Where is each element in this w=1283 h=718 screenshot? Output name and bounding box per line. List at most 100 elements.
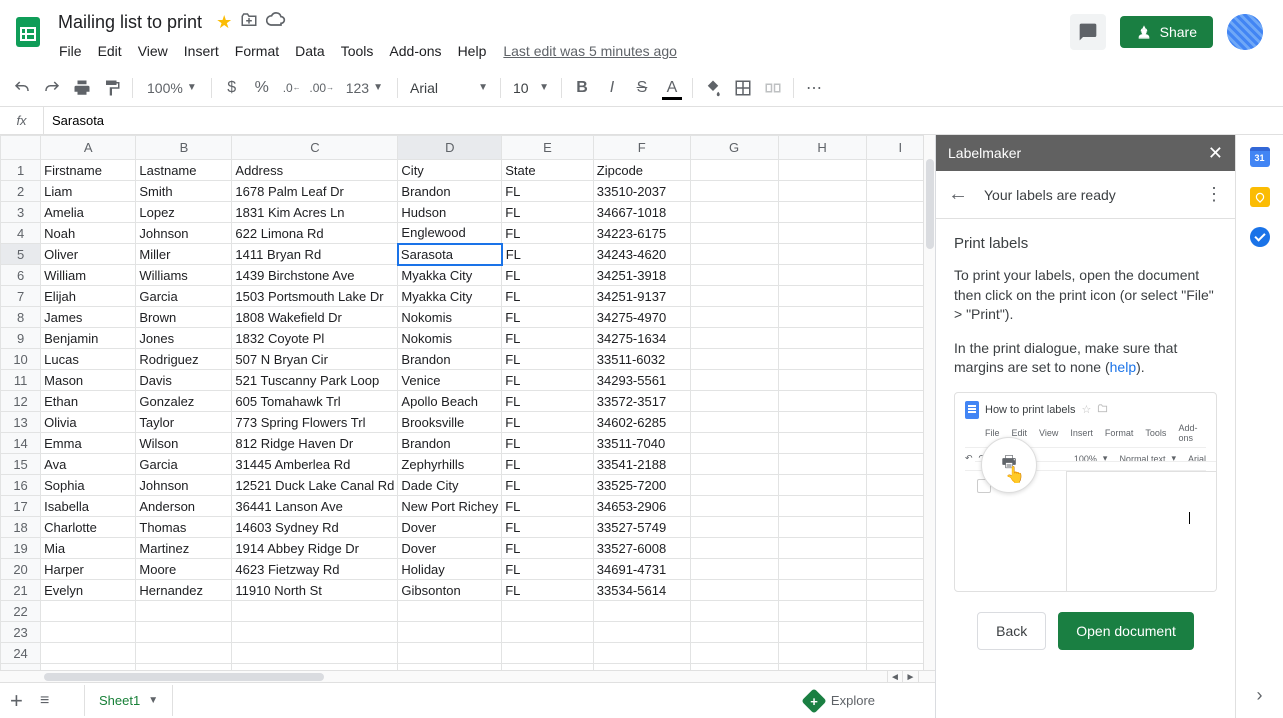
row-header-18[interactable]: 18 [1,517,41,538]
cell[interactable]: Brooksville [398,412,502,433]
row-header-14[interactable]: 14 [1,433,41,454]
cell[interactable]: 507 N Bryan Cir [232,349,398,370]
cell[interactable]: 34223-6175 [593,223,690,244]
cell[interactable]: Garcia [136,286,232,307]
comments-button[interactable] [1070,14,1106,50]
cell[interactable]: Lopez [136,202,232,223]
row-header-15[interactable]: 15 [1,454,41,475]
cell[interactable]: 11910 North St [232,580,398,601]
cell[interactable] [778,328,866,349]
cell[interactable]: Zipcode [593,160,690,181]
cell[interactable] [41,601,136,622]
col-header-A[interactable]: A [41,136,136,160]
cell[interactable] [778,370,866,391]
cell[interactable] [690,202,778,223]
cell[interactable] [232,601,398,622]
menu-tools[interactable]: Tools [334,39,381,63]
menu-format[interactable]: Format [228,39,286,63]
cell[interactable]: FL [502,454,594,475]
cell[interactable]: Mason [41,370,136,391]
cell[interactable]: Charlotte [41,517,136,538]
cell[interactable]: Brandon [398,433,502,454]
row-header-11[interactable]: 11 [1,370,41,391]
cell[interactable] [778,160,866,181]
cell[interactable] [690,223,778,244]
cell[interactable]: James [41,307,136,328]
last-edit-link[interactable]: Last edit was 5 minutes ago [503,43,677,59]
cell[interactable]: Davis [136,370,232,391]
cell[interactable]: 34243-4620 [593,244,690,265]
cell[interactable] [778,559,866,580]
cell[interactable] [593,601,690,622]
cell[interactable]: Rodriguez [136,349,232,370]
cell[interactable] [690,622,778,643]
cell[interactable]: Myakka City [398,265,502,286]
cell[interactable]: FL [502,223,594,244]
cell[interactable] [690,517,778,538]
row-header-23[interactable]: 23 [1,622,41,643]
row-header-24[interactable]: 24 [1,643,41,664]
cell[interactable]: 34251-9137 [593,286,690,307]
keep-icon[interactable] [1250,187,1270,207]
undo-button[interactable] [8,74,36,102]
hide-side-panel-button[interactable]: › [1257,685,1263,706]
cell[interactable]: Sophia [41,475,136,496]
cell[interactable]: Ava [41,454,136,475]
cell[interactable]: FL [502,559,594,580]
cell[interactable]: 605 Tomahawk Trl [232,391,398,412]
cell[interactable]: Thomas [136,517,232,538]
all-sheets-button[interactable]: ≡ [40,692,77,710]
cell[interactable] [502,601,594,622]
cell[interactable] [690,286,778,307]
italic-button[interactable]: I [598,74,626,102]
cell[interactable] [502,622,594,643]
cell[interactable]: 34275-1634 [593,328,690,349]
cell[interactable]: Anderson [136,496,232,517]
cell[interactable] [778,496,866,517]
font-select[interactable]: Arial▼ [404,80,494,96]
formula-input[interactable] [44,107,1283,134]
cell[interactable] [778,601,866,622]
cell[interactable]: 622 Limona Rd [232,223,398,244]
cell[interactable]: 33525-7200 [593,475,690,496]
cell[interactable]: 521 Tuscanny Park Loop [232,370,398,391]
cell[interactable] [690,601,778,622]
cell[interactable]: Smith [136,181,232,202]
cell[interactable]: City [398,160,502,181]
cell[interactable] [136,643,232,664]
row-header-19[interactable]: 19 [1,538,41,559]
cell[interactable] [778,433,866,454]
currency-button[interactable]: $ [218,74,246,102]
cell[interactable]: 812 Ridge Haven Dr [232,433,398,454]
cell[interactable] [398,643,502,664]
col-header-G[interactable]: G [690,136,778,160]
cell[interactable]: Gonzalez [136,391,232,412]
cell[interactable]: Dover [398,517,502,538]
cell[interactable]: Martinez [136,538,232,559]
cell[interactable]: Brown [136,307,232,328]
cell[interactable]: Jones [136,328,232,349]
col-header-H[interactable]: H [778,136,866,160]
cell[interactable]: FL [502,475,594,496]
row-header-17[interactable]: 17 [1,496,41,517]
paint-format-button[interactable] [98,74,126,102]
cell[interactable]: FL [502,286,594,307]
cell[interactable]: Venice [398,370,502,391]
explore-button[interactable]: Explore [805,692,875,710]
cell[interactable]: Nokomis [398,328,502,349]
cell[interactable]: FL [502,538,594,559]
cell[interactable]: 33534-5614 [593,580,690,601]
cell[interactable]: 33510-2037 [593,181,690,202]
row-header-1[interactable]: 1 [1,160,41,181]
cell[interactable] [690,559,778,580]
cell[interactable]: FL [502,307,594,328]
row-header-22[interactable]: 22 [1,601,41,622]
cell[interactable]: FL [502,328,594,349]
menu-addons[interactable]: Add-ons [382,39,448,63]
account-avatar[interactable] [1227,14,1263,50]
cell[interactable] [690,181,778,202]
cell[interactable] [778,412,866,433]
bold-button[interactable]: B [568,74,596,102]
cell[interactable]: Hernandez [136,580,232,601]
cell[interactable]: FL [502,412,594,433]
